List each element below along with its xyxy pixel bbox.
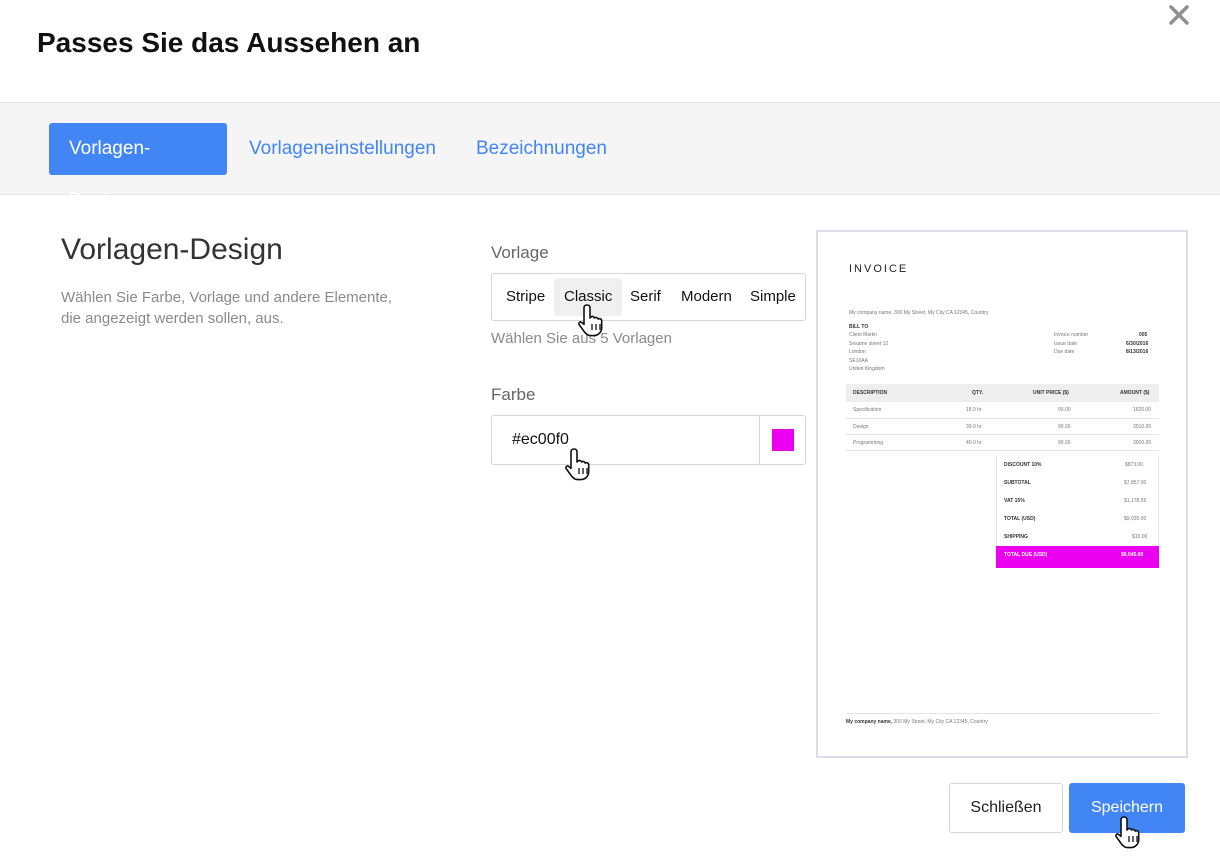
dialog-title: Passes Sie das Aussehen an xyxy=(37,27,421,58)
invoice-total-value: $7,857.00 xyxy=(1124,480,1147,486)
color-label: Farbe xyxy=(491,385,536,404)
invoice-meta-label: Issue date xyxy=(1054,341,1078,347)
invoice-total-label: TOTAL (USD) xyxy=(1004,516,1036,522)
close-icon[interactable] xyxy=(1166,2,1192,28)
invoice-total-label: SHIPPING xyxy=(1004,534,1028,540)
invoice-total-due-value: $9,045.00 xyxy=(1121,552,1144,558)
invoice-total-label: SUBTOTAL xyxy=(1004,480,1031,486)
invoice-bill-to-line: Sesame street 12 xyxy=(849,341,889,347)
invoice-footer: My company name, 300 My Street, My City … xyxy=(846,719,988,725)
invoice-footer-divider xyxy=(846,713,1159,714)
invoice-total-label: VAT 15% xyxy=(1004,498,1025,504)
invoice-col-header: QTY. xyxy=(972,390,984,396)
template-hint: Wählen Sie aus 5 Vorlagen xyxy=(491,330,672,347)
invoice-cell: Specification xyxy=(853,407,882,413)
tab-vorlagen-design[interactable]: Vorlagen-Design xyxy=(49,123,227,211)
tab-vorlageneinstellungen[interactable]: Vorlageneinstellungen xyxy=(229,123,456,175)
invoice-cell: 90.00 xyxy=(1058,424,1071,430)
template-selector: Stripe Classic Serif Modern Simple xyxy=(491,273,806,321)
invoice-row-divider xyxy=(846,450,1159,451)
invoice-cell: Programming xyxy=(853,440,884,446)
color-input[interactable]: #ec00f0 xyxy=(491,415,759,465)
invoice-cell: 1620.00 xyxy=(1133,407,1152,413)
invoice-cell: 90.00 xyxy=(1058,440,1071,446)
invoice-cell: 40.0 hr. xyxy=(966,440,983,446)
template-option-modern[interactable]: Modern xyxy=(671,278,742,316)
invoice-row-divider xyxy=(846,418,1159,419)
invoice-bill-to-line: SE10AA xyxy=(849,358,868,364)
section-title: Vorlagen-Design xyxy=(61,233,283,266)
invoice-company-line: My company name, 300 My Street, My City … xyxy=(849,310,989,316)
invoice-col-header: DESCRIPTION xyxy=(853,390,888,396)
invoice-total-label: DISCOUNT 10% xyxy=(1004,462,1042,468)
template-label: Vorlage xyxy=(491,243,549,262)
invoice-col-header: AMOUNT ($) xyxy=(1120,390,1150,396)
color-swatch xyxy=(772,429,794,451)
template-option-serif[interactable]: Serif xyxy=(620,278,671,316)
invoice-col-header: UNIT PRICE ($) xyxy=(1033,390,1069,396)
invoice-meta-label: Due date xyxy=(1054,349,1075,355)
invoice-meta-value: 6/30/2016 xyxy=(1126,341,1149,347)
invoice-total-due-label: TOTAL DUE (USD) xyxy=(1004,552,1048,558)
tab-bezeichnungen[interactable]: Bezeichnungen xyxy=(456,123,627,175)
invoice-meta-label: Invoice number xyxy=(1054,332,1089,338)
template-option-classic[interactable]: Classic xyxy=(554,278,623,316)
invoice-footer-company: My company name, xyxy=(846,719,893,725)
invoice-bill-to-label: BILL TO xyxy=(849,324,869,330)
close-button[interactable]: Schließen xyxy=(949,783,1063,833)
invoice-table-header xyxy=(846,384,1159,402)
invoice-title: INVOICE xyxy=(849,263,909,275)
invoice-row-divider xyxy=(846,434,1159,435)
invoice-total-value: $1,178.55 xyxy=(1124,498,1147,504)
invoice-total-value: $10.00 xyxy=(1132,534,1148,540)
invoice-cell: 3510.00 xyxy=(1133,424,1152,430)
invoice-meta-value: 005 xyxy=(1139,332,1148,338)
template-option-stripe[interactable]: Stripe xyxy=(496,278,555,316)
invoice-total-value: $873.00 xyxy=(1125,462,1144,468)
invoice-cell: 3600.00 xyxy=(1133,440,1152,446)
save-button[interactable]: Speichern xyxy=(1069,783,1185,833)
section-description: Wählen Sie Farbe, Vorlage und andere Ele… xyxy=(61,289,393,327)
invoice-footer-address: 300 My Street, My City CA 12345, Country xyxy=(892,719,988,725)
invoice-total-value: $9,035.00 xyxy=(1124,516,1147,522)
invoice-cell: 90.00 xyxy=(1058,407,1071,413)
invoice-bill-to-line: United Kingdom xyxy=(849,366,885,372)
invoice-cell: 18.0 hr. xyxy=(966,407,983,413)
invoice-bill-to-line: London xyxy=(849,349,866,355)
color-picker-button[interactable] xyxy=(759,415,806,465)
invoice-cell: 39.0 hr. xyxy=(966,424,983,430)
invoice-cell: Design xyxy=(853,424,869,430)
dialog-header: Passes Sie das Aussehen an xyxy=(0,0,1220,102)
tab-bar: Vorlagen-Design Vorlageneinstellungen Be… xyxy=(0,102,1220,211)
invoice-meta-value: 8/13/2016 xyxy=(1126,349,1149,355)
invoice-bill-to-line: Client Martin xyxy=(849,332,878,338)
invoice-preview: INVOICE My company name, 300 My Street, … xyxy=(816,230,1188,758)
template-option-simple[interactable]: Simple xyxy=(740,278,806,316)
